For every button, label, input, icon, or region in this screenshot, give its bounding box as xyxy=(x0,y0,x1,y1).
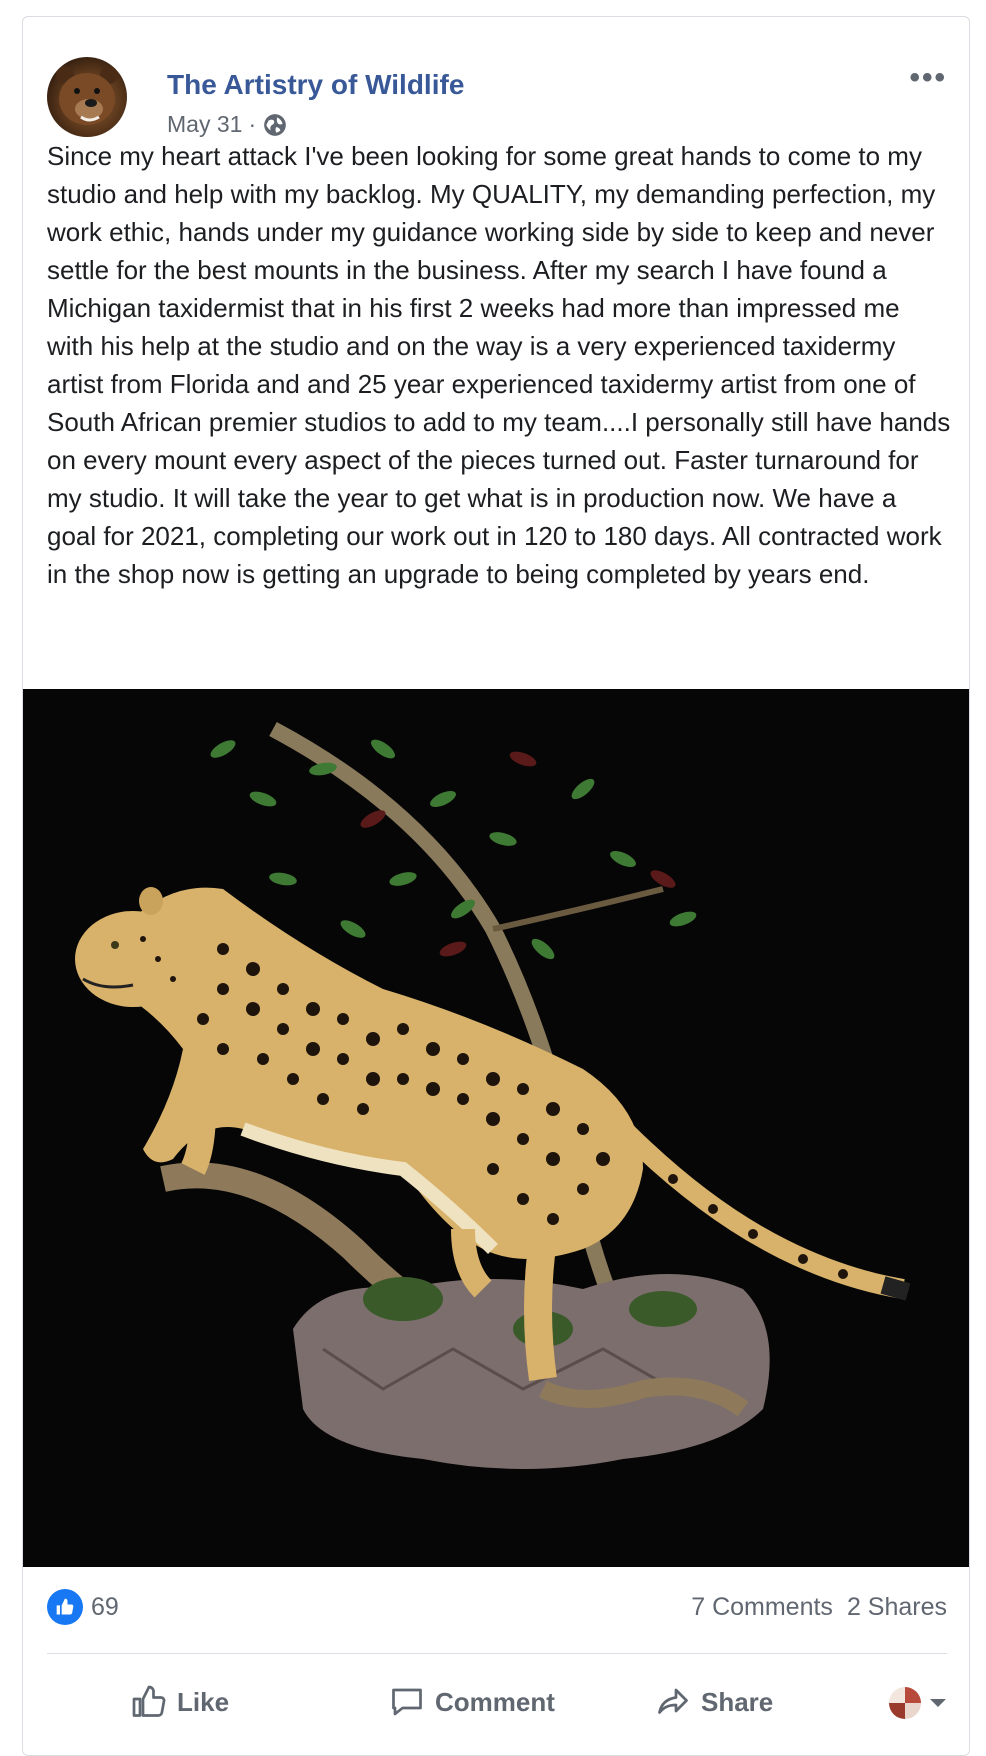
more-options-icon[interactable]: ••• xyxy=(909,61,947,95)
comment-label: Comment xyxy=(435,1686,555,1717)
post-header: The Artistry of Wildlife May 31 · ••• xyxy=(47,41,947,137)
comment-icon xyxy=(392,1688,422,1716)
like-button[interactable]: Like xyxy=(131,1669,229,1735)
globe-icon[interactable] xyxy=(262,112,288,138)
identity-avatar xyxy=(889,1687,921,1719)
shares-count[interactable]: 2 Shares xyxy=(847,1593,947,1622)
post-actions: Like Comment Share xyxy=(47,1669,947,1735)
post-card: The Artistry of Wildlife May 31 · ••• Si… xyxy=(22,16,970,1756)
like-label: Like xyxy=(177,1686,230,1717)
share-icon xyxy=(658,1688,688,1714)
post-date[interactable]: May 31 xyxy=(167,111,242,138)
meta-separator: · xyxy=(248,111,257,137)
share-button[interactable]: Share xyxy=(655,1669,773,1735)
post-meta: May 31 · xyxy=(167,111,288,138)
reaction-stats: 69 7 Comments 2 Shares xyxy=(47,1585,947,1625)
comment-button[interactable]: Comment xyxy=(389,1669,555,1735)
chevron-down-icon xyxy=(930,1699,946,1707)
share-label: Share xyxy=(701,1686,774,1717)
like-reaction-icon[interactable] xyxy=(47,1589,83,1625)
page-avatar[interactable] xyxy=(47,57,127,137)
reaction-identity-selector[interactable] xyxy=(889,1687,947,1719)
actions-divider xyxy=(47,1653,947,1654)
thumbs-up-icon xyxy=(132,1685,166,1717)
post-photo[interactable] xyxy=(23,689,969,1567)
page-name-link[interactable]: The Artistry of Wildlife xyxy=(167,69,464,101)
like-count[interactable]: 69 xyxy=(91,1593,119,1622)
post-body-text: Since my heart attack I've been looking … xyxy=(47,141,951,589)
comments-count[interactable]: 7 Comments xyxy=(691,1593,833,1622)
engagement-counts: 7 Comments 2 Shares xyxy=(691,1593,947,1622)
